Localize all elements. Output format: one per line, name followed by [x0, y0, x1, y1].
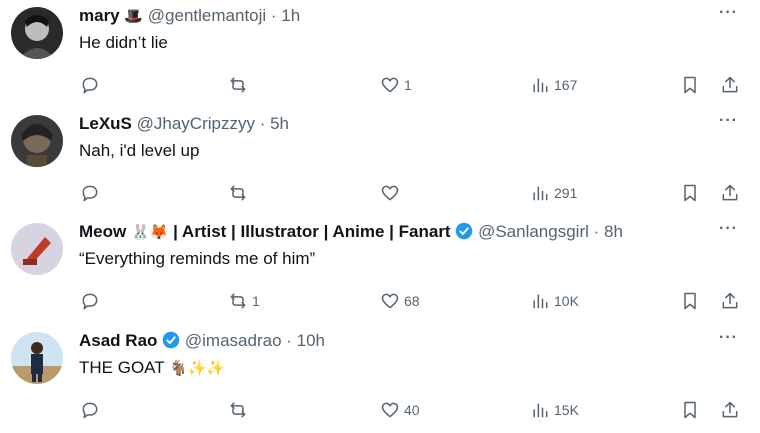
share-icon	[722, 76, 738, 93]
reply-icon	[82, 402, 98, 419]
views-button[interactable]: 15K	[530, 398, 579, 422]
retweet-button[interactable]	[228, 181, 252, 205]
share-icon	[722, 292, 738, 309]
like-button[interactable]: 40	[380, 398, 420, 422]
display-name[interactable]: LeXuS	[79, 114, 132, 133]
action-bar: 291	[0, 181, 760, 205]
bookmark-icon	[684, 292, 696, 310]
view-count: 167	[554, 77, 578, 93]
views-icon	[533, 186, 548, 201]
tweet-text-row: THE GOAT 🐐✨✨	[79, 357, 225, 379]
more-icon[interactable]: ···	[719, 4, 738, 22]
bookmark-button[interactable]	[680, 73, 700, 97]
view-count: 15K	[554, 402, 579, 418]
share-button[interactable]	[720, 181, 740, 205]
name-emoji: 🐰🦊	[130, 223, 169, 241]
share-button[interactable]	[720, 73, 740, 97]
more-icon[interactable]: ···	[719, 112, 738, 130]
reply-icon	[82, 293, 98, 310]
display-name[interactable]: mary	[79, 6, 120, 25]
share-button[interactable]	[720, 289, 740, 313]
timestamp[interactable]: · 1h	[271, 6, 300, 25]
tweet-text: Nah, i'd level up	[79, 141, 200, 160]
retweet-button[interactable]	[228, 398, 252, 422]
tweet[interactable]: Meow 🐰🦊 | Artist | Illustrator | Anime |…	[0, 216, 760, 324]
bookmark-button[interactable]	[680, 181, 700, 205]
share-button[interactable]	[720, 398, 740, 422]
verified-icon	[162, 331, 180, 349]
bookmark-icon	[684, 76, 696, 94]
avatar[interactable]	[11, 7, 63, 59]
avatar[interactable]	[11, 115, 63, 167]
tweet-emoji: 🐐✨✨	[169, 359, 226, 377]
retweet-button[interactable]	[228, 73, 252, 97]
tweet-header: Asad Rao @imasadrao · 10h	[79, 330, 325, 352]
like-icon	[381, 293, 399, 309]
tweet-text: He didn’t lie	[79, 33, 168, 52]
like-count: 68	[404, 293, 420, 309]
reply-button[interactable]	[80, 398, 104, 422]
bookmark-icon	[684, 184, 696, 202]
views-button[interactable]: 291	[530, 181, 577, 205]
views-button[interactable]: 10K	[530, 289, 579, 313]
reply-button[interactable]	[80, 181, 104, 205]
reply-button[interactable]	[80, 289, 104, 313]
action-bar: 40 15K	[0, 398, 760, 422]
retweet-icon	[230, 185, 246, 201]
timestamp[interactable]: · 8h	[594, 222, 623, 241]
view-count: 291	[554, 185, 578, 201]
view-count: 10K	[554, 293, 579, 309]
tweet-header: LeXuS @JhayCripzzyy · 5h	[79, 113, 289, 135]
retweet-icon	[230, 293, 246, 309]
tweet-text: “Everything reminds me of him”	[79, 249, 316, 268]
timestamp[interactable]: · 10h	[286, 331, 325, 350]
timestamp[interactable]: · 5h	[260, 114, 289, 133]
avatar[interactable]	[11, 332, 63, 384]
reply-icon	[82, 77, 98, 94]
retweet-button[interactable]: 1	[228, 289, 260, 313]
views-button[interactable]: 167	[530, 73, 577, 97]
bookmark-icon	[684, 401, 696, 419]
like-count: 1	[404, 77, 412, 93]
tweet[interactable]: Asad Rao @imasadrao · 10h ··· THE GOAT 🐐…	[0, 325, 760, 433]
name-emoji: 🎩	[124, 7, 144, 25]
like-icon	[381, 77, 399, 93]
handle[interactable]: @imasadrao	[185, 331, 282, 350]
more-icon[interactable]: ···	[719, 220, 738, 238]
tweet-text: THE GOAT	[79, 358, 165, 377]
views-icon	[533, 294, 548, 309]
display-name-suffix[interactable]: | Artist | Illustrator | Anime | Fanart	[173, 222, 451, 241]
retweet-count: 1	[252, 293, 260, 309]
reply-icon	[82, 185, 98, 202]
display-name[interactable]: Meow	[79, 222, 126, 241]
handle[interactable]: @JhayCripzzyy	[137, 114, 255, 133]
bookmark-button[interactable]	[680, 398, 700, 422]
tweet[interactable]: mary 🎩 @gentlemantoji · 1h ··· He didn’t…	[0, 0, 760, 108]
like-count: 40	[404, 402, 420, 418]
share-icon	[722, 184, 738, 201]
action-bar: 1 167	[0, 73, 760, 97]
bookmark-button[interactable]	[680, 289, 700, 313]
tweet[interactable]: LeXuS @JhayCripzzyy · 5h ··· Nah, i'd le…	[0, 108, 760, 216]
like-button[interactable]: 68	[380, 289, 420, 313]
like-button[interactable]: 1	[380, 73, 412, 97]
like-icon	[381, 402, 399, 418]
tweet-header: mary 🎩 @gentlemantoji · 1h	[79, 5, 300, 27]
tweet-header: Meow 🐰🦊 | Artist | Illustrator | Anime |…	[79, 221, 623, 243]
share-icon	[722, 401, 738, 418]
verified-icon	[456, 222, 473, 240]
handle[interactable]: @gentlemantoji	[148, 6, 266, 25]
reply-button[interactable]	[80, 73, 104, 97]
avatar[interactable]	[11, 223, 63, 275]
handle[interactable]: @Sanlangsgirl	[478, 222, 589, 241]
views-icon	[533, 403, 548, 418]
retweet-icon	[230, 402, 246, 418]
display-name[interactable]: Asad Rao	[79, 331, 157, 350]
like-icon	[381, 185, 399, 201]
retweet-icon	[230, 77, 246, 93]
more-icon[interactable]: ···	[719, 329, 738, 347]
views-icon	[533, 78, 548, 93]
action-bar: 1 68 10K	[0, 289, 760, 313]
like-button[interactable]	[380, 181, 404, 205]
